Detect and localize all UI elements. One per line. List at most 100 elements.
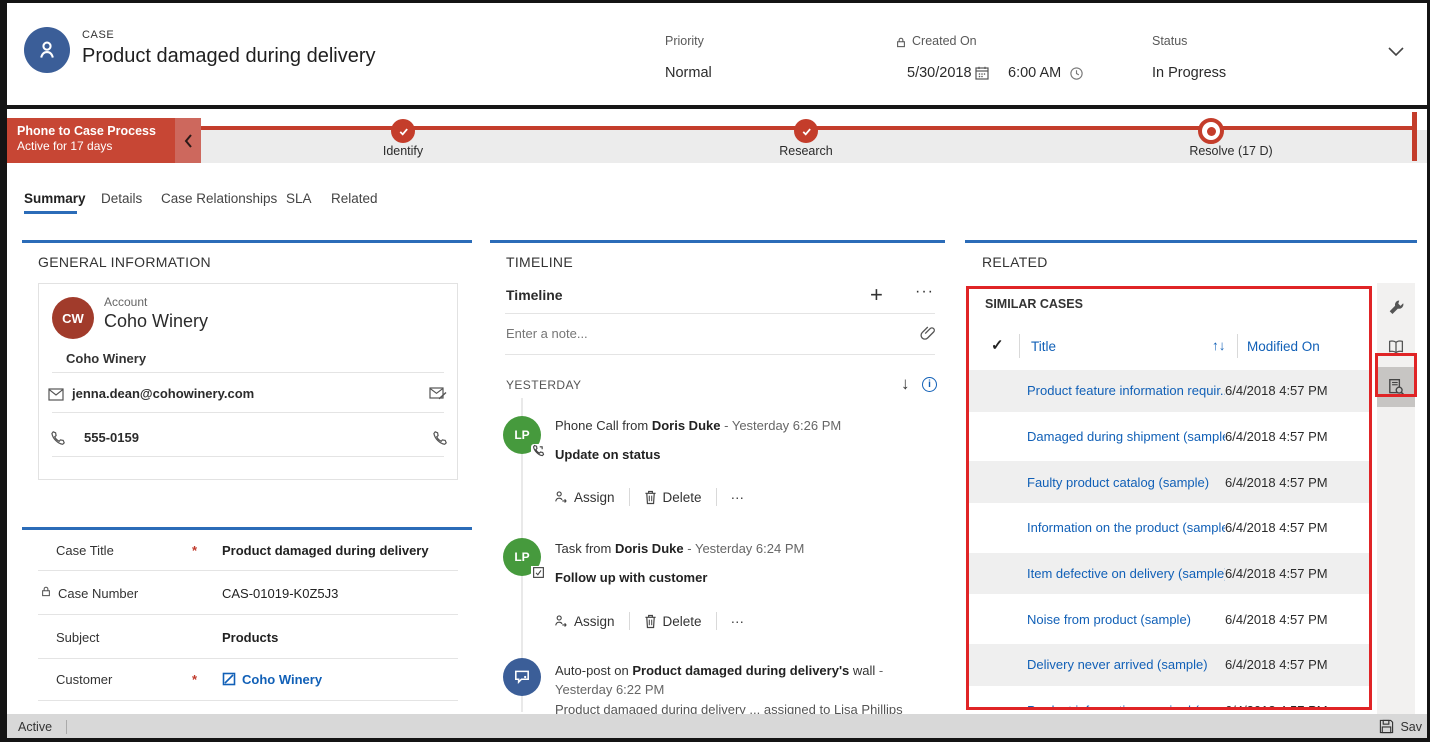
- case-link[interactable]: Product feature information requir...: [1027, 383, 1225, 398]
- tab-sla[interactable]: SLA: [286, 191, 312, 206]
- similar-cases-title: SIMILAR CASES: [985, 297, 1083, 311]
- knowledge-base-book-icon[interactable]: [1377, 327, 1415, 367]
- sort-icon[interactable]: ↑↓: [1212, 338, 1226, 353]
- divider: [1019, 334, 1020, 358]
- similar-case-row[interactable]: Product information required (sam6/4/201…: [969, 690, 1369, 710]
- created-date-value[interactable]: 5/30/2018: [907, 65, 972, 81]
- status-value[interactable]: In Progress: [1152, 65, 1226, 81]
- account-avatar[interactable]: CW: [52, 297, 94, 339]
- contact-name[interactable]: Coho Winery: [66, 351, 146, 366]
- similar-cases-search-doc-icon[interactable]: [1377, 367, 1415, 407]
- add-activity-icon[interactable]: +: [870, 282, 883, 308]
- delete-button[interactable]: Delete: [644, 614, 702, 629]
- activity-more-icon[interactable]: ···: [731, 490, 745, 505]
- page-title: Product damaged during delivery: [82, 45, 376, 68]
- attachment-paperclip-icon[interactable]: [920, 325, 936, 341]
- case-title-label: Case Title: [56, 543, 114, 558]
- case-link[interactable]: Item defective on delivery (sample): [1027, 566, 1225, 581]
- delete-label: Delete: [663, 490, 702, 505]
- trash-icon: [644, 614, 657, 629]
- stage-identify-label[interactable]: Identify: [343, 144, 463, 158]
- stage-research-label[interactable]: Research: [746, 144, 866, 158]
- column-header-modified-on[interactable]: Modified On: [1247, 339, 1320, 354]
- created-time-value[interactable]: 6:00 AM: [1008, 65, 1061, 81]
- activity-body-clipped: Product damaged during delivery ... assi…: [555, 702, 923, 714]
- dash: -: [724, 418, 728, 433]
- priority-value[interactable]: Normal: [665, 65, 712, 81]
- similar-case-row[interactable]: Damaged during shipment (sample)6/4/2018…: [969, 416, 1369, 462]
- clock-icon[interactable]: [1069, 66, 1084, 81]
- activity-title[interactable]: Auto-post on Product damaged during deli…: [555, 661, 923, 699]
- timeline-more-icon[interactable]: ···: [915, 283, 934, 301]
- phone-value[interactable]: 555-0159: [84, 430, 139, 445]
- frame-border-bottom: [0, 738, 1430, 742]
- similar-case-row[interactable]: Information on the product (sample)6/4/2…: [969, 507, 1369, 553]
- assign-label: Assign: [574, 614, 615, 629]
- active-stage-dot: [1207, 127, 1216, 136]
- assign-button[interactable]: Assign: [553, 490, 615, 505]
- activity-prefix: Task from: [555, 541, 611, 556]
- column-header-title[interactable]: Title: [1031, 339, 1056, 354]
- note-input[interactable]: [506, 326, 836, 341]
- activity-actions: Assign Delete ···: [553, 612, 744, 630]
- select-all-check-icon[interactable]: ✓: [991, 336, 1004, 354]
- related-icon-strip: [1377, 283, 1415, 714]
- stage-resolve-circle[interactable]: [1198, 118, 1224, 144]
- activity-subject[interactable]: Follow up with customer: [555, 570, 707, 585]
- activity-time: Yesterday 6:22 PM: [555, 682, 664, 697]
- case-details-accent: [22, 527, 472, 530]
- account-name-link[interactable]: Coho Winery: [104, 311, 208, 332]
- similar-case-row[interactable]: Delivery never arrived (sample)6/4/2018 …: [969, 644, 1369, 690]
- activity-author: Doris Duke: [652, 418, 721, 433]
- similar-case-row[interactable]: Noise from product (sample)6/4/2018 4:57…: [969, 598, 1369, 644]
- case-title-value[interactable]: Product damaged during delivery: [222, 543, 429, 558]
- activity-more-icon[interactable]: ···: [731, 614, 745, 629]
- tab-case-relationships[interactable]: Case Relationships: [161, 191, 277, 206]
- modified-on-value: 6/4/2018 4:57 PM: [1225, 703, 1357, 710]
- case-link[interactable]: Delivery never arrived (sample): [1027, 657, 1225, 672]
- delete-button[interactable]: Delete: [644, 490, 702, 505]
- delete-label: Delete: [663, 614, 702, 629]
- similar-case-row[interactable]: Product feature information requir...6/4…: [969, 370, 1369, 416]
- modified-on-value: 6/4/2018 4:57 PM: [1225, 566, 1357, 581]
- similar-case-row[interactable]: Faulty product catalog (sample)6/4/2018 …: [969, 461, 1369, 507]
- avatar-initials: LP: [514, 428, 529, 442]
- info-icon[interactable]: i: [922, 377, 937, 392]
- stage-resolve-label[interactable]: Resolve (17 D): [1151, 144, 1311, 158]
- header-collapse-chevron-down-icon[interactable]: [1386, 45, 1406, 59]
- activity-title[interactable]: Phone Call from Doris Duke - Yesterday 6…: [555, 418, 925, 433]
- phone-call-badge-icon: [531, 444, 546, 457]
- case-avatar: [24, 27, 70, 73]
- tab-summary[interactable]: Summary: [24, 191, 86, 206]
- activity-title[interactable]: Task from Doris Duke - Yesterday 6:24 PM: [555, 541, 925, 556]
- calendar-icon[interactable]: [974, 65, 990, 81]
- process-collapse-chevron-left-icon[interactable]: [175, 118, 201, 163]
- sort-descending-arrow-icon[interactable]: ↓: [901, 374, 910, 394]
- save-button[interactable]: Sav: [1379, 719, 1422, 734]
- activity-subject[interactable]: Update on status: [555, 447, 660, 462]
- quick-actions-wrench-icon[interactable]: [1377, 287, 1415, 327]
- tab-details[interactable]: Details: [101, 191, 142, 206]
- stage-research-circle[interactable]: [794, 119, 818, 143]
- account-entity-icon: [222, 672, 236, 686]
- send-email-icon[interactable]: [429, 386, 447, 401]
- subject-value[interactable]: Products: [222, 630, 278, 645]
- assign-button[interactable]: Assign: [553, 614, 615, 629]
- divider: [1237, 334, 1238, 358]
- record-status: Active: [18, 720, 52, 734]
- customer-value-link[interactable]: Coho Winery: [242, 672, 322, 687]
- email-value[interactable]: jenna.dean@cohowinery.com: [72, 386, 254, 401]
- case-link[interactable]: Faulty product catalog (sample): [1027, 475, 1225, 490]
- stage-identify-circle[interactable]: [391, 119, 415, 143]
- case-link[interactable]: Noise from product (sample): [1027, 612, 1225, 627]
- process-scroll-indicator[interactable]: [1412, 112, 1417, 161]
- similar-case-row[interactable]: Item defective on delivery (sample)6/4/2…: [969, 553, 1369, 599]
- divider: [52, 412, 444, 413]
- case-link[interactable]: Information on the product (sample): [1027, 520, 1225, 535]
- account-label: Account: [104, 295, 147, 309]
- tab-related[interactable]: Related: [331, 191, 378, 206]
- case-link[interactable]: Damaged during shipment (sample): [1027, 429, 1225, 444]
- frame-border-top: [0, 0, 1430, 3]
- case-link[interactable]: Product information required (sam: [1027, 703, 1225, 710]
- call-phone-icon[interactable]: [432, 430, 448, 446]
